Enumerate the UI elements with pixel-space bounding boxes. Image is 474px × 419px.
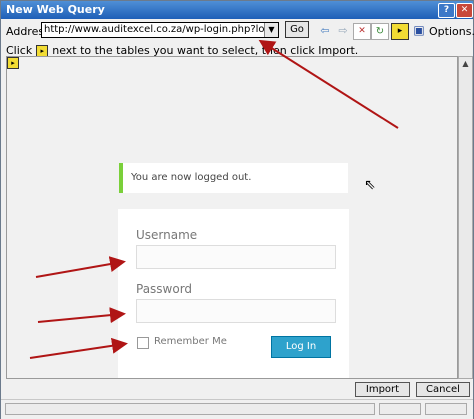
username-label: Username [136,228,198,242]
logout-notice-text: You are now logged out. [131,172,252,183]
zone-pane [425,403,467,415]
login-form: Username Password Remember Me Log In [118,209,349,378]
status-pane [5,403,375,415]
save-query-icon[interactable]: ▣ [411,23,427,38]
title-bar: New Web Query ? ✕ [1,1,473,19]
password-input[interactable] [136,299,336,323]
options-button[interactable]: Options... [429,25,474,38]
address-bar: Address: http://www.auditexcel.co.za/wp-… [1,20,474,42]
refresh-icon[interactable]: ↻ [371,23,389,40]
password-label: Password [136,282,193,296]
import-button[interactable]: Import [355,382,410,397]
window-title: New Web Query [6,3,105,16]
go-button[interactable]: Go [285,21,309,38]
address-value: http://www.auditexcel.co.za/wp-login.php… [44,24,266,35]
web-page-view: ▸ You are now logged out. Username Passw… [6,56,458,379]
username-input[interactable] [136,245,336,269]
scroll-up-icon[interactable]: ▲ [459,57,472,71]
back-icon[interactable]: ⇦ [317,23,333,38]
remember-me-checkbox[interactable] [137,337,149,349]
progress-pane [379,403,421,415]
logout-notice: You are now logged out. [119,163,348,193]
chevron-down-icon[interactable]: ▼ [264,23,278,37]
hide-icons-icon[interactable]: ▸ [391,23,409,40]
help-icon[interactable]: ? [438,3,455,18]
login-button[interactable]: Log In [271,336,331,358]
remember-me-label: Remember Me [154,336,227,347]
status-bar [1,399,473,419]
new-web-query-window: New Web Query ? ✕ Address: http://www.au… [0,0,474,419]
mouse-cursor-icon: ⇖ [364,177,376,193]
vertical-scrollbar[interactable]: ▲ [458,56,473,379]
address-input[interactable]: http://www.auditexcel.co.za/wp-login.php… [41,22,279,38]
cancel-button[interactable]: Cancel [416,382,470,397]
forward-icon[interactable]: ⇨ [335,23,351,38]
select-table-arrow-icon[interactable]: ▸ [7,57,19,69]
close-icon[interactable]: ✕ [456,3,473,18]
stop-icon[interactable]: ✕ [353,23,371,40]
